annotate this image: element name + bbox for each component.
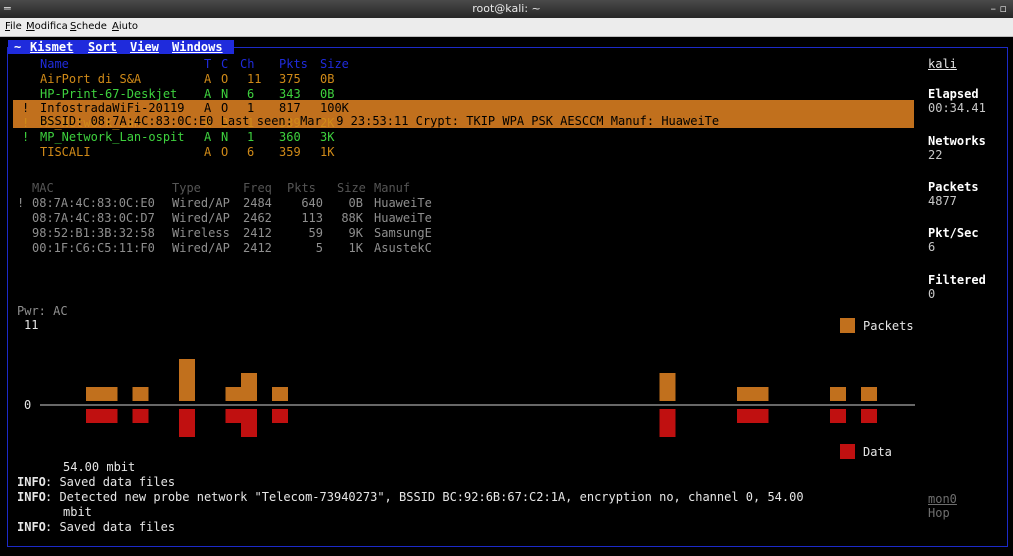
legend-packets-swatch <box>840 318 855 333</box>
log-text: 54.00 mbit <box>63 460 136 474</box>
graph-bar-packets <box>86 387 102 401</box>
graph-bar-data <box>659 409 676 437</box>
data-series <box>86 409 877 437</box>
graph-bar-data <box>86 409 102 423</box>
graph-bar-packets <box>179 359 195 401</box>
graph-max-label: 11 <box>24 318 39 332</box>
log-text: mbit <box>63 505 92 519</box>
graph-bar-packets <box>241 373 257 401</box>
graph-bar-packets <box>737 387 753 401</box>
graph-bar-packets <box>272 387 288 401</box>
log-tag: INFO <box>17 490 46 504</box>
graph-bar-packets <box>861 387 877 401</box>
graph-bar-data <box>737 409 753 423</box>
graph-bar-packets <box>752 387 769 401</box>
log-text: : Detected new probe network "Telecom-73… <box>45 490 804 504</box>
graph-bar-data <box>241 409 257 437</box>
packet-graph <box>40 359 915 437</box>
log-tag: INFO <box>17 475 46 489</box>
graph-bar-data <box>101 409 118 423</box>
graph-bar-data <box>225 409 242 423</box>
graph-bar-data <box>272 409 288 423</box>
log-tag: INFO <box>17 520 46 534</box>
legend-data-swatch <box>840 444 855 459</box>
log-text: : Saved data files <box>45 520 176 534</box>
graph-bar-data <box>132 409 149 423</box>
legend-data-label: Data <box>863 445 892 459</box>
legend-packets-label: Packets <box>863 319 914 333</box>
graph-bar-packets <box>830 387 846 401</box>
graph-bar-packets <box>101 387 118 401</box>
graph-bar-packets <box>132 387 149 401</box>
terminal-window: ═ root@kali: ~ – ▫ File Modifica Schede … <box>0 0 1013 556</box>
graph-bar-packets <box>225 387 242 401</box>
log-text: : Saved data files <box>45 475 176 489</box>
graph-bar-packets <box>659 373 676 401</box>
graph-zero-label: 0 <box>24 398 32 412</box>
graph-bar-data <box>752 409 769 423</box>
packets-series <box>86 359 877 401</box>
graph-bar-data <box>861 409 877 423</box>
graph-bar-data <box>830 409 846 423</box>
graph-bar-data <box>179 409 195 437</box>
